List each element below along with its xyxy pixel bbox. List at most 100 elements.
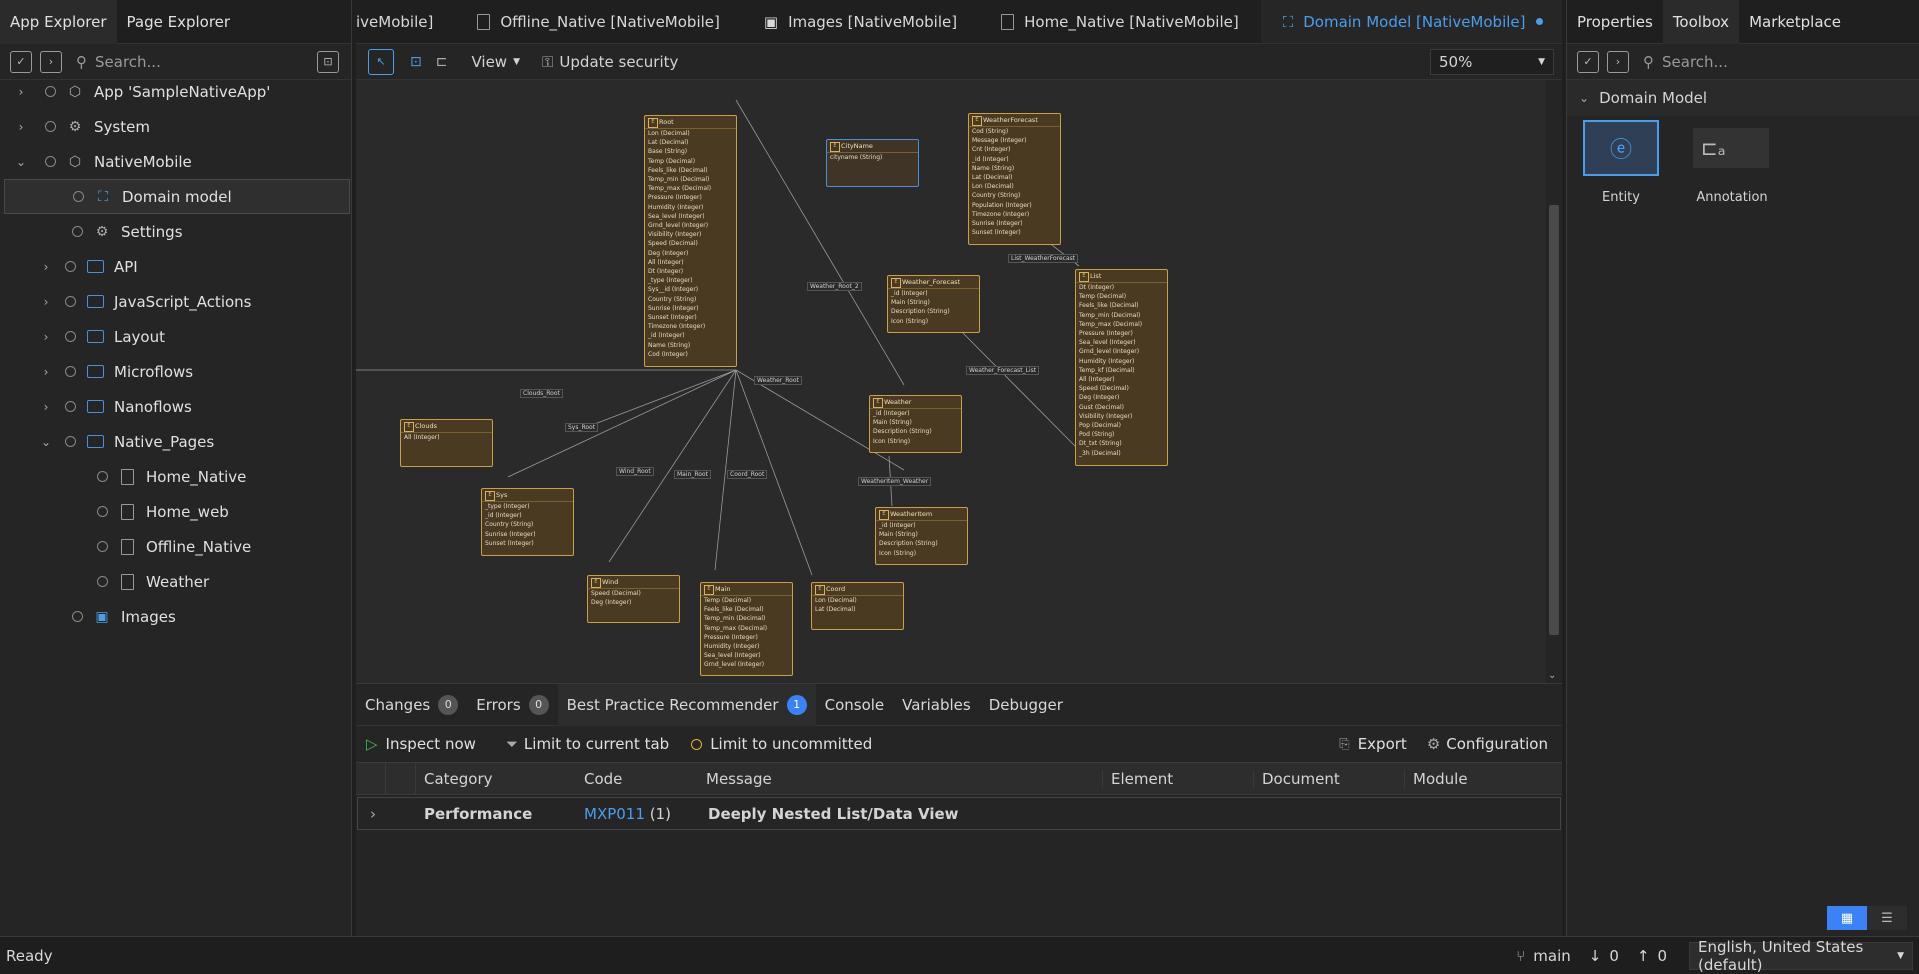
- annotation-tool-icon[interactable]: ⊏ₐ: [1693, 128, 1769, 168]
- entity-clouds[interactable]: Clouds All (Integer): [400, 419, 493, 467]
- incoming-count[interactable]: 0: [1609, 947, 1619, 965]
- chevron-down-icon[interactable]: ⌄: [14, 155, 28, 169]
- update-security-button[interactable]: ⚿ Update security: [542, 53, 678, 71]
- chevron-right-icon[interactable]: ›: [39, 330, 53, 344]
- tree-item-system[interactable]: › ⚙ System: [0, 109, 352, 144]
- doc-tab-home-native[interactable]: Home_Native [NativeMobile]: [979, 0, 1261, 43]
- chevron-right-icon[interactable]: ›: [14, 85, 28, 99]
- toolbox-search[interactable]: ⚲ Search...: [1643, 53, 1728, 71]
- outgoing-count[interactable]: 0: [1657, 947, 1667, 965]
- entity-weatherforecast[interactable]: WeatherForecast Cod (String) Message (Int…: [968, 113, 1061, 245]
- configuration-button[interactable]: Configuration: [1446, 735, 1548, 753]
- table-row[interactable]: › Performance MXP011 (1) Deeply Nested L…: [357, 797, 1561, 830]
- toolbox-section-header[interactable]: ⌄ Domain Model: [1567, 80, 1919, 116]
- tree-item-images[interactable]: ▣ Images: [0, 599, 352, 634]
- association-label[interactable]: Coord_Root: [727, 470, 768, 479]
- tab-app-explorer[interactable]: App Explorer: [0, 0, 117, 44]
- tab-console[interactable]: Console: [816, 684, 894, 726]
- association-label[interactable]: WeatherItem_Weather: [858, 477, 932, 486]
- association-label[interactable]: Sys_Root: [565, 423, 599, 432]
- entity-tool-icon[interactable]: ⓔ: [1583, 120, 1659, 176]
- explorer-search[interactable]: ⚲ Search...: [76, 53, 161, 71]
- language-select[interactable]: English, United States (default) ▼: [1689, 938, 1913, 974]
- limit-uncommitted-button[interactable]: Limit to uncommitted: [710, 735, 872, 753]
- expand-all-icon[interactable]: ›: [1607, 50, 1629, 73]
- branch-name[interactable]: main: [1533, 947, 1570, 965]
- entity-root[interactable]: Root Lon (Decimal) Lat (Decimal)Base (Str…: [644, 115, 737, 367]
- tree-item-native-pages[interactable]: ⌄ Native_Pages: [0, 424, 352, 459]
- entity-coord[interactable]: Coord Lon (Decimal) Lat (Decimal): [811, 582, 904, 630]
- tab-errors[interactable]: Errors 0: [467, 684, 557, 726]
- entity-sys[interactable]: Sys _type (Integer) _id (Integer)Country …: [481, 488, 574, 556]
- doc-tab-images[interactable]: ▣ Images [NativeMobile]: [742, 0, 979, 43]
- tree-item-app[interactable]: › ⬡ App 'SampleNativeApp': [0, 74, 352, 109]
- entity-cityname[interactable]: CityName cityname (String): [826, 139, 919, 187]
- tree-item-home-native[interactable]: Home_Native: [0, 459, 352, 494]
- chevron-right-icon[interactable]: ›: [358, 805, 388, 823]
- tree-item-nativemobile[interactable]: ⌄ ⬡ NativeMobile: [0, 144, 352, 179]
- export-button[interactable]: Export: [1358, 735, 1407, 753]
- tree-item-microflows[interactable]: › Microflows: [0, 354, 352, 389]
- tab-marketplace[interactable]: Marketplace: [1739, 0, 1851, 44]
- column-code[interactable]: Code: [580, 770, 700, 788]
- doc-tab-offline-native[interactable]: Offline_Native [NativeMobile]: [455, 0, 742, 43]
- tree-item-home-web[interactable]: Home_web: [0, 494, 352, 529]
- entity-weather[interactable]: Weather _id (Integer) Main (String)Descri…: [869, 395, 962, 453]
- tree-item-weather[interactable]: Weather: [0, 564, 352, 599]
- collapse-all-icon[interactable]: ✓: [10, 50, 32, 73]
- zoom-select[interactable]: 50% ▼: [1430, 48, 1554, 75]
- tab-properties[interactable]: Properties: [1567, 0, 1663, 44]
- tab-changes[interactable]: Changes 0: [356, 684, 467, 726]
- grid-view-icon[interactable]: ▦: [1827, 906, 1867, 930]
- association-label[interactable]: Clouds_Root: [520, 389, 563, 398]
- tree-item-settings[interactable]: ⚙ Settings: [0, 214, 352, 249]
- association-label[interactable]: Weather_Root_2: [807, 282, 862, 291]
- entity-weather-forecast[interactable]: Weather_Forecast _id (Integer) Main (Stri…: [887, 275, 980, 333]
- row-code-link[interactable]: MXP011: [584, 805, 645, 823]
- scrollbar-thumb[interactable]: [1549, 205, 1559, 635]
- entity-weatheritem[interactable]: WeatherItem _id (Integer) Main (String)De…: [875, 507, 968, 565]
- view-menu[interactable]: View ▼: [471, 53, 520, 71]
- tree-item-layout[interactable]: › Layout: [0, 319, 352, 354]
- doc-tab-domain-model[interactable]: ⛶ Domain Model [NativeMobile]: [1260, 0, 1562, 43]
- list-view-icon[interactable]: ☰: [1867, 906, 1907, 930]
- chevron-right-icon[interactable]: ›: [39, 260, 53, 274]
- chevron-right-icon[interactable]: ›: [39, 295, 53, 309]
- chevron-right-icon[interactable]: ›: [14, 120, 28, 134]
- search-input[interactable]: Search...: [95, 53, 161, 71]
- tree-item-domain-model[interactable]: ⛶ Domain model: [4, 179, 350, 214]
- entity-wind[interactable]: Wind Speed (Decimal) Deg (Integer): [587, 575, 680, 623]
- column-document[interactable]: Document: [1253, 769, 1404, 788]
- annotation-tool-icon[interactable]: ⊏: [436, 54, 448, 70]
- column-category[interactable]: Category: [416, 770, 580, 788]
- limit-current-tab-button[interactable]: Limit to current tab: [524, 735, 669, 753]
- association-label[interactable]: Wind_Root: [616, 467, 654, 476]
- entity-tool-icon[interactable]: ⊡: [410, 54, 422, 70]
- search-input[interactable]: Search...: [1662, 53, 1728, 71]
- tab-debugger[interactable]: Debugger: [980, 684, 1072, 726]
- column-element[interactable]: Element: [1102, 769, 1253, 788]
- tab-page-explorer[interactable]: Page Explorer: [117, 0, 241, 44]
- tree-item-nanoflows[interactable]: › Nanoflows: [0, 389, 352, 424]
- scroll-down-icon[interactable]: ⌄: [1548, 670, 1556, 681]
- tab-variables[interactable]: Variables: [893, 684, 980, 726]
- chevron-right-icon[interactable]: ›: [39, 365, 53, 379]
- association-label[interactable]: List_WeatherForecast: [1008, 254, 1079, 263]
- expand-all-icon[interactable]: ›: [40, 50, 62, 73]
- tree-item-offline-native[interactable]: Offline_Native: [0, 529, 352, 564]
- entity-main[interactable]: Main Temp (Decimal)Feels_like (Decimal)T…: [700, 582, 793, 676]
- doc-tab-nativemobile[interactable]: iveMobile]: [356, 0, 455, 43]
- entity-list[interactable]: List Dt (Integer) Temp (Decimal)Feels_lik…: [1075, 269, 1168, 466]
- column-module[interactable]: Module: [1404, 769, 1544, 788]
- link-document-icon[interactable]: ⊡: [317, 50, 339, 73]
- chevron-right-icon[interactable]: ›: [39, 400, 53, 414]
- tree-item-api[interactable]: › API: [0, 249, 352, 284]
- association-label[interactable]: Main_Root: [674, 470, 711, 479]
- association-label[interactable]: Weather_Forecast_List: [966, 366, 1040, 375]
- chevron-down-icon[interactable]: ⌄: [39, 435, 53, 449]
- tab-best-practice-recommender[interactable]: Best Practice Recommender 1: [557, 683, 816, 726]
- association-label[interactable]: Weather_Root: [754, 376, 802, 385]
- domain-model-canvas[interactable]: Root Lon (Decimal)Lat (Decimal)Base (Str…: [356, 80, 1546, 683]
- collapse-all-icon[interactable]: ✓: [1577, 50, 1599, 73]
- canvas-vertical-scrollbar[interactable]: ⌄: [1546, 80, 1562, 683]
